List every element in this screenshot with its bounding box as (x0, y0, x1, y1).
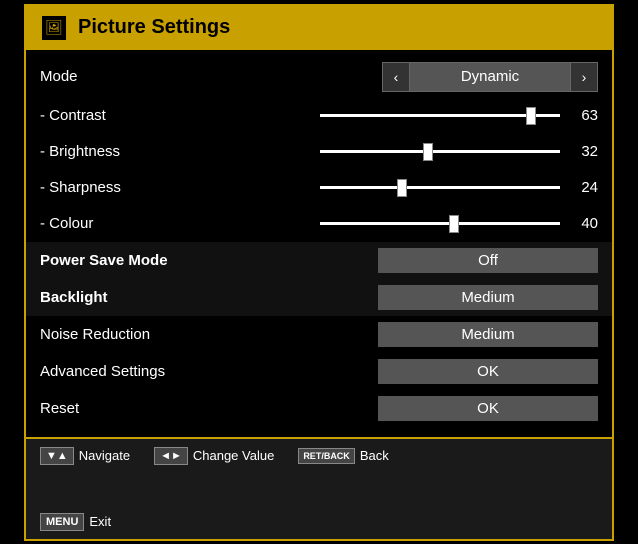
option-row[interactable]: Backlight Medium (26, 279, 612, 316)
slider-control[interactable]: 24 (320, 179, 598, 196)
exit-label: Exit (89, 514, 111, 529)
slider-label: - Sharpness (40, 179, 320, 196)
slider-row[interactable]: - Colour 40 (26, 206, 612, 242)
option-label: Backlight (40, 289, 320, 306)
footer-menu: MENU Exit (40, 513, 111, 531)
mode-control[interactable]: ‹ Dynamic › (382, 62, 598, 92)
slider-track[interactable] (320, 150, 560, 153)
slider-row[interactable]: - Contrast 63 (26, 98, 612, 134)
picture-settings-panel: 🖼 Picture Settings Mode ‹ Dynamic › - Co… (24, 4, 614, 541)
slider-control[interactable]: 40 (320, 215, 598, 232)
option-row[interactable]: Advanced Settings OK (26, 353, 612, 390)
slider-thumb[interactable] (526, 107, 536, 125)
slider-value: 32 (570, 143, 598, 160)
slider-label: - Colour (40, 215, 320, 232)
panel-icon: 🖼 (40, 14, 68, 42)
slider-control[interactable]: 32 (320, 143, 598, 160)
mode-label: Mode (40, 68, 320, 85)
mode-row[interactable]: Mode ‹ Dynamic › (26, 56, 612, 98)
option-label: Advanced Settings (40, 363, 320, 380)
mode-arrow-left[interactable]: ‹ (382, 62, 410, 92)
option-value: OK (378, 396, 598, 421)
panel-header: 🖼 Picture Settings (26, 6, 612, 50)
slider-track[interactable] (320, 222, 560, 225)
footer-change: ◄► Change Value (154, 447, 274, 465)
footer-navigate: ▼▲ Navigate (40, 447, 130, 465)
option-value: Medium (378, 322, 598, 347)
option-row[interactable]: Power Save Mode Off (26, 242, 612, 279)
change-label: Change Value (193, 448, 274, 463)
option-row[interactable]: Noise Reduction Medium (26, 316, 612, 353)
slider-thumb[interactable] (423, 143, 433, 161)
slider-value: 40 (570, 215, 598, 232)
slider-thumb[interactable] (449, 215, 459, 233)
slider-value: 63 (570, 107, 598, 124)
slider-row[interactable]: - Brightness 32 (26, 134, 612, 170)
back-key-icon: RET/BACK (298, 448, 355, 464)
option-label: Reset (40, 400, 320, 417)
mode-value: Dynamic (410, 62, 570, 92)
menu-key-icon: MENU (40, 513, 84, 531)
slider-row[interactable]: - Sharpness 24 (26, 170, 612, 206)
settings-body: Mode ‹ Dynamic › - Contrast 63 - Brightn… (26, 50, 612, 427)
change-keys-icon: ◄► (154, 447, 188, 465)
slider-track[interactable] (320, 114, 560, 117)
option-row[interactable]: Reset OK (26, 390, 612, 427)
slider-value: 24 (570, 179, 598, 196)
option-value: Off (378, 248, 598, 273)
navigate-keys-icon: ▼▲ (40, 447, 74, 465)
option-rows: Power Save Mode Off Backlight Medium Noi… (26, 242, 612, 427)
navigate-label: Navigate (79, 448, 130, 463)
mode-arrow-right[interactable]: › (570, 62, 598, 92)
panel-title: Picture Settings (78, 16, 230, 39)
option-label: Power Save Mode (40, 252, 320, 269)
slider-label: - Brightness (40, 143, 320, 160)
slider-control[interactable]: 63 (320, 107, 598, 124)
option-label: Noise Reduction (40, 326, 320, 343)
slider-thumb[interactable] (397, 179, 407, 197)
slider-track[interactable] (320, 186, 560, 189)
footer: ▼▲ Navigate ◄► Change Value RET/BACK Bac… (26, 437, 612, 539)
option-value: OK (378, 359, 598, 384)
back-label: Back (360, 448, 389, 463)
option-value: Medium (378, 285, 598, 310)
slider-rows: - Contrast 63 - Brightness 32 - Sharpnes… (26, 98, 612, 242)
slider-label: - Contrast (40, 107, 320, 124)
footer-back: RET/BACK Back (298, 448, 388, 464)
